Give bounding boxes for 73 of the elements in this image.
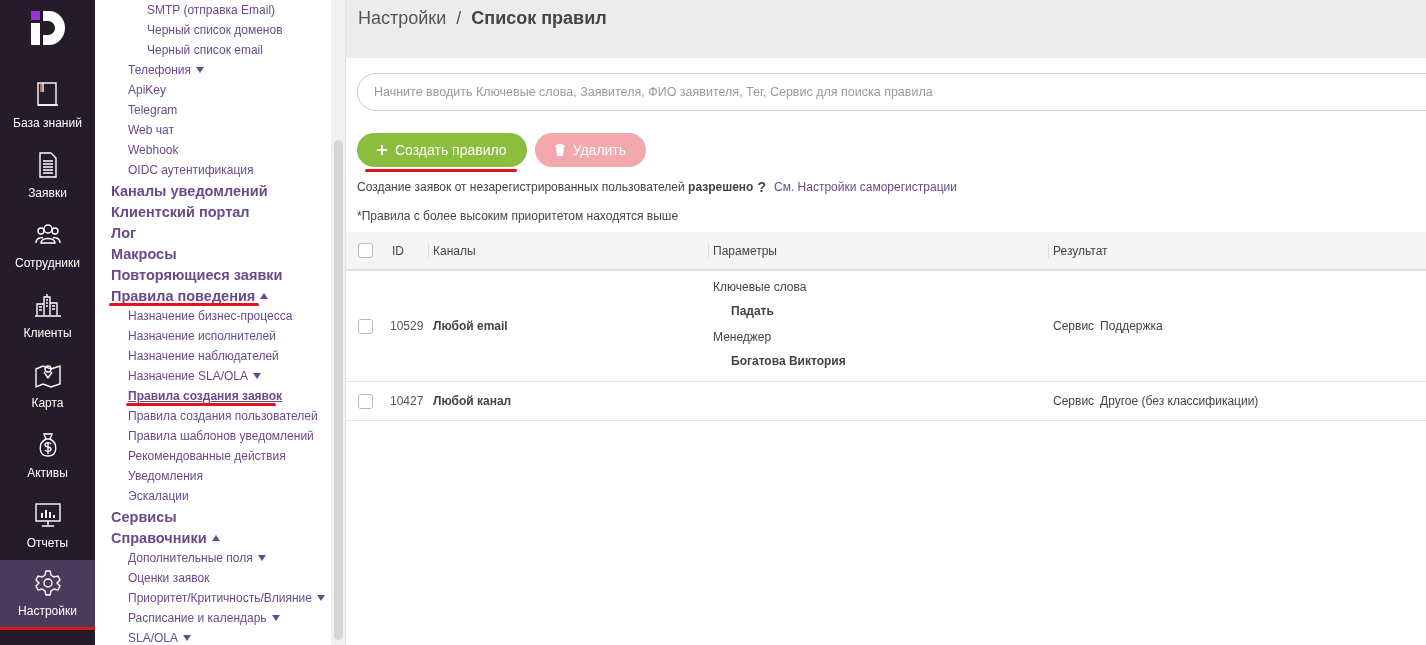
column-header: Каналы [433,243,476,258]
sidebar-item[interactable]: Телефония [128,63,191,77]
sidebar-item[interactable]: Справочники [111,529,207,546]
rail-item[interactable]: Заявки [0,140,95,210]
settings-link[interactable]: См. Настройки саморегистрации [774,180,957,194]
sidebar-item[interactable]: Назначение наблюдателей [128,349,279,363]
result-label: Сервис [1053,319,1095,333]
sidebar-item[interactable]: Web чат [128,123,174,137]
sidebar-item[interactable]: Назначение бизнес-процесса [128,309,293,323]
select-all-checkbox[interactable] [358,243,373,258]
sidebar-item[interactable]: Клиентский портал [111,203,250,220]
channel-name: Любой email [433,319,508,333]
sidebar-item[interactable]: Повторяющиеся заявки [111,266,283,283]
rail-item[interactable]: Карта [0,350,95,420]
settings-icon [33,569,62,597]
priority-hint: *Правила с более высоким приоритетом находятся выше [357,209,680,223]
sidebar-item[interactable]: Каналы уведомлений [111,182,268,199]
row-checkbox[interactable] [358,318,373,334]
sidebar-item[interactable]: Рекомендованные действия [128,449,286,463]
sidebar-item[interactable]: Telegram [128,103,178,117]
monitor-chart-icon [33,500,62,529]
search-field[interactable]: Начните вводить Ключевые слова, Заявителя, ФИО заявителя, Тег, Сервис для поиска правила [357,73,1426,111]
rail-item[interactable]: База знаний [0,70,95,140]
sidebar-item[interactable]: OIDC аутентификация [128,163,254,177]
sidebar-item[interactable]: ApiKey [128,83,167,97]
breadcrumb-separator: / [456,8,462,29]
rail-item[interactable]: Активы [0,420,95,490]
rail-item[interactable]: Клиенты [0,280,95,350]
rail-item[interactable]: Настройки [0,560,95,630]
sidebar-item[interactable]: Приоритет/Критичность/Влияние [128,591,312,605]
row-checkbox[interactable] [358,393,373,409]
page-title: Список правил [471,8,607,29]
trash-icon [554,144,565,156]
sidebar-item[interactable]: Назначение SLA/OLA [128,369,249,383]
sidebar-item[interactable]: Уведомления [128,469,204,483]
parameter-label: Менеджер [713,330,773,344]
notice-text: Создание заявок от незарегистрированных пользователей разрешено [357,180,754,194]
logo-icon [30,11,65,45]
rail-item[interactable]: Сотрудники [0,210,95,280]
sidebar-item[interactable]: Расписание и календарь [128,611,267,625]
rule-id: 10427 [390,394,424,408]
column-header: Результат [1053,243,1108,258]
sidebar-item[interactable]: Черный список email [147,43,263,57]
parameter-label: Ключевые слова [713,280,808,294]
help-icon[interactable]: ? [757,179,766,195]
rule-id: 10529 [390,319,424,333]
rail-item[interactable]: Отчеты [0,490,95,560]
parameter-value: Падать [730,304,775,318]
parameter-value: Богатова Виктория [730,354,847,368]
sidebar-item[interactable]: Правила поведения [111,287,256,304]
scrollbar-thumb[interactable] [334,140,343,640]
result-value: Поддержка [1100,319,1163,333]
sidebar-item[interactable]: Назначение исполнителей [128,329,276,343]
channel-name: Любой канал [433,394,512,408]
sidebar-item[interactable]: Сервисы [111,508,177,525]
breadcrumb-link[interactable]: Настройки [358,8,447,29]
sidebar-item[interactable]: SLA/OLA [128,631,179,645]
sidebar-item[interactable]: Webhook [128,143,179,157]
sidebar-item[interactable]: Правила создания заявок [128,389,283,403]
result-label: Сервис [1053,394,1095,408]
sidebar-item[interactable]: Дополнительные поля [128,551,253,565]
sidebar-item[interactable]: SMTP (отправка Email) [147,3,276,17]
column-header: ID [392,243,404,258]
sidebar-item[interactable]: Оценки заявок [128,571,210,585]
column-header: Параметры [713,243,777,258]
sidebar-item[interactable]: Макросы [111,245,177,262]
sidebar-item[interactable]: Черный список доменов [147,23,283,37]
plus-icon [377,145,387,155]
sidebar-item[interactable]: Эскалации [128,489,189,503]
sidebar-item[interactable]: Правила создания пользователей [128,409,318,423]
result-value: Другое (без классификации) [1100,394,1259,408]
sidebar-item[interactable]: Правила шаблонов уведомлений [128,429,314,443]
sidebar-item[interactable]: Лог [111,224,137,241]
